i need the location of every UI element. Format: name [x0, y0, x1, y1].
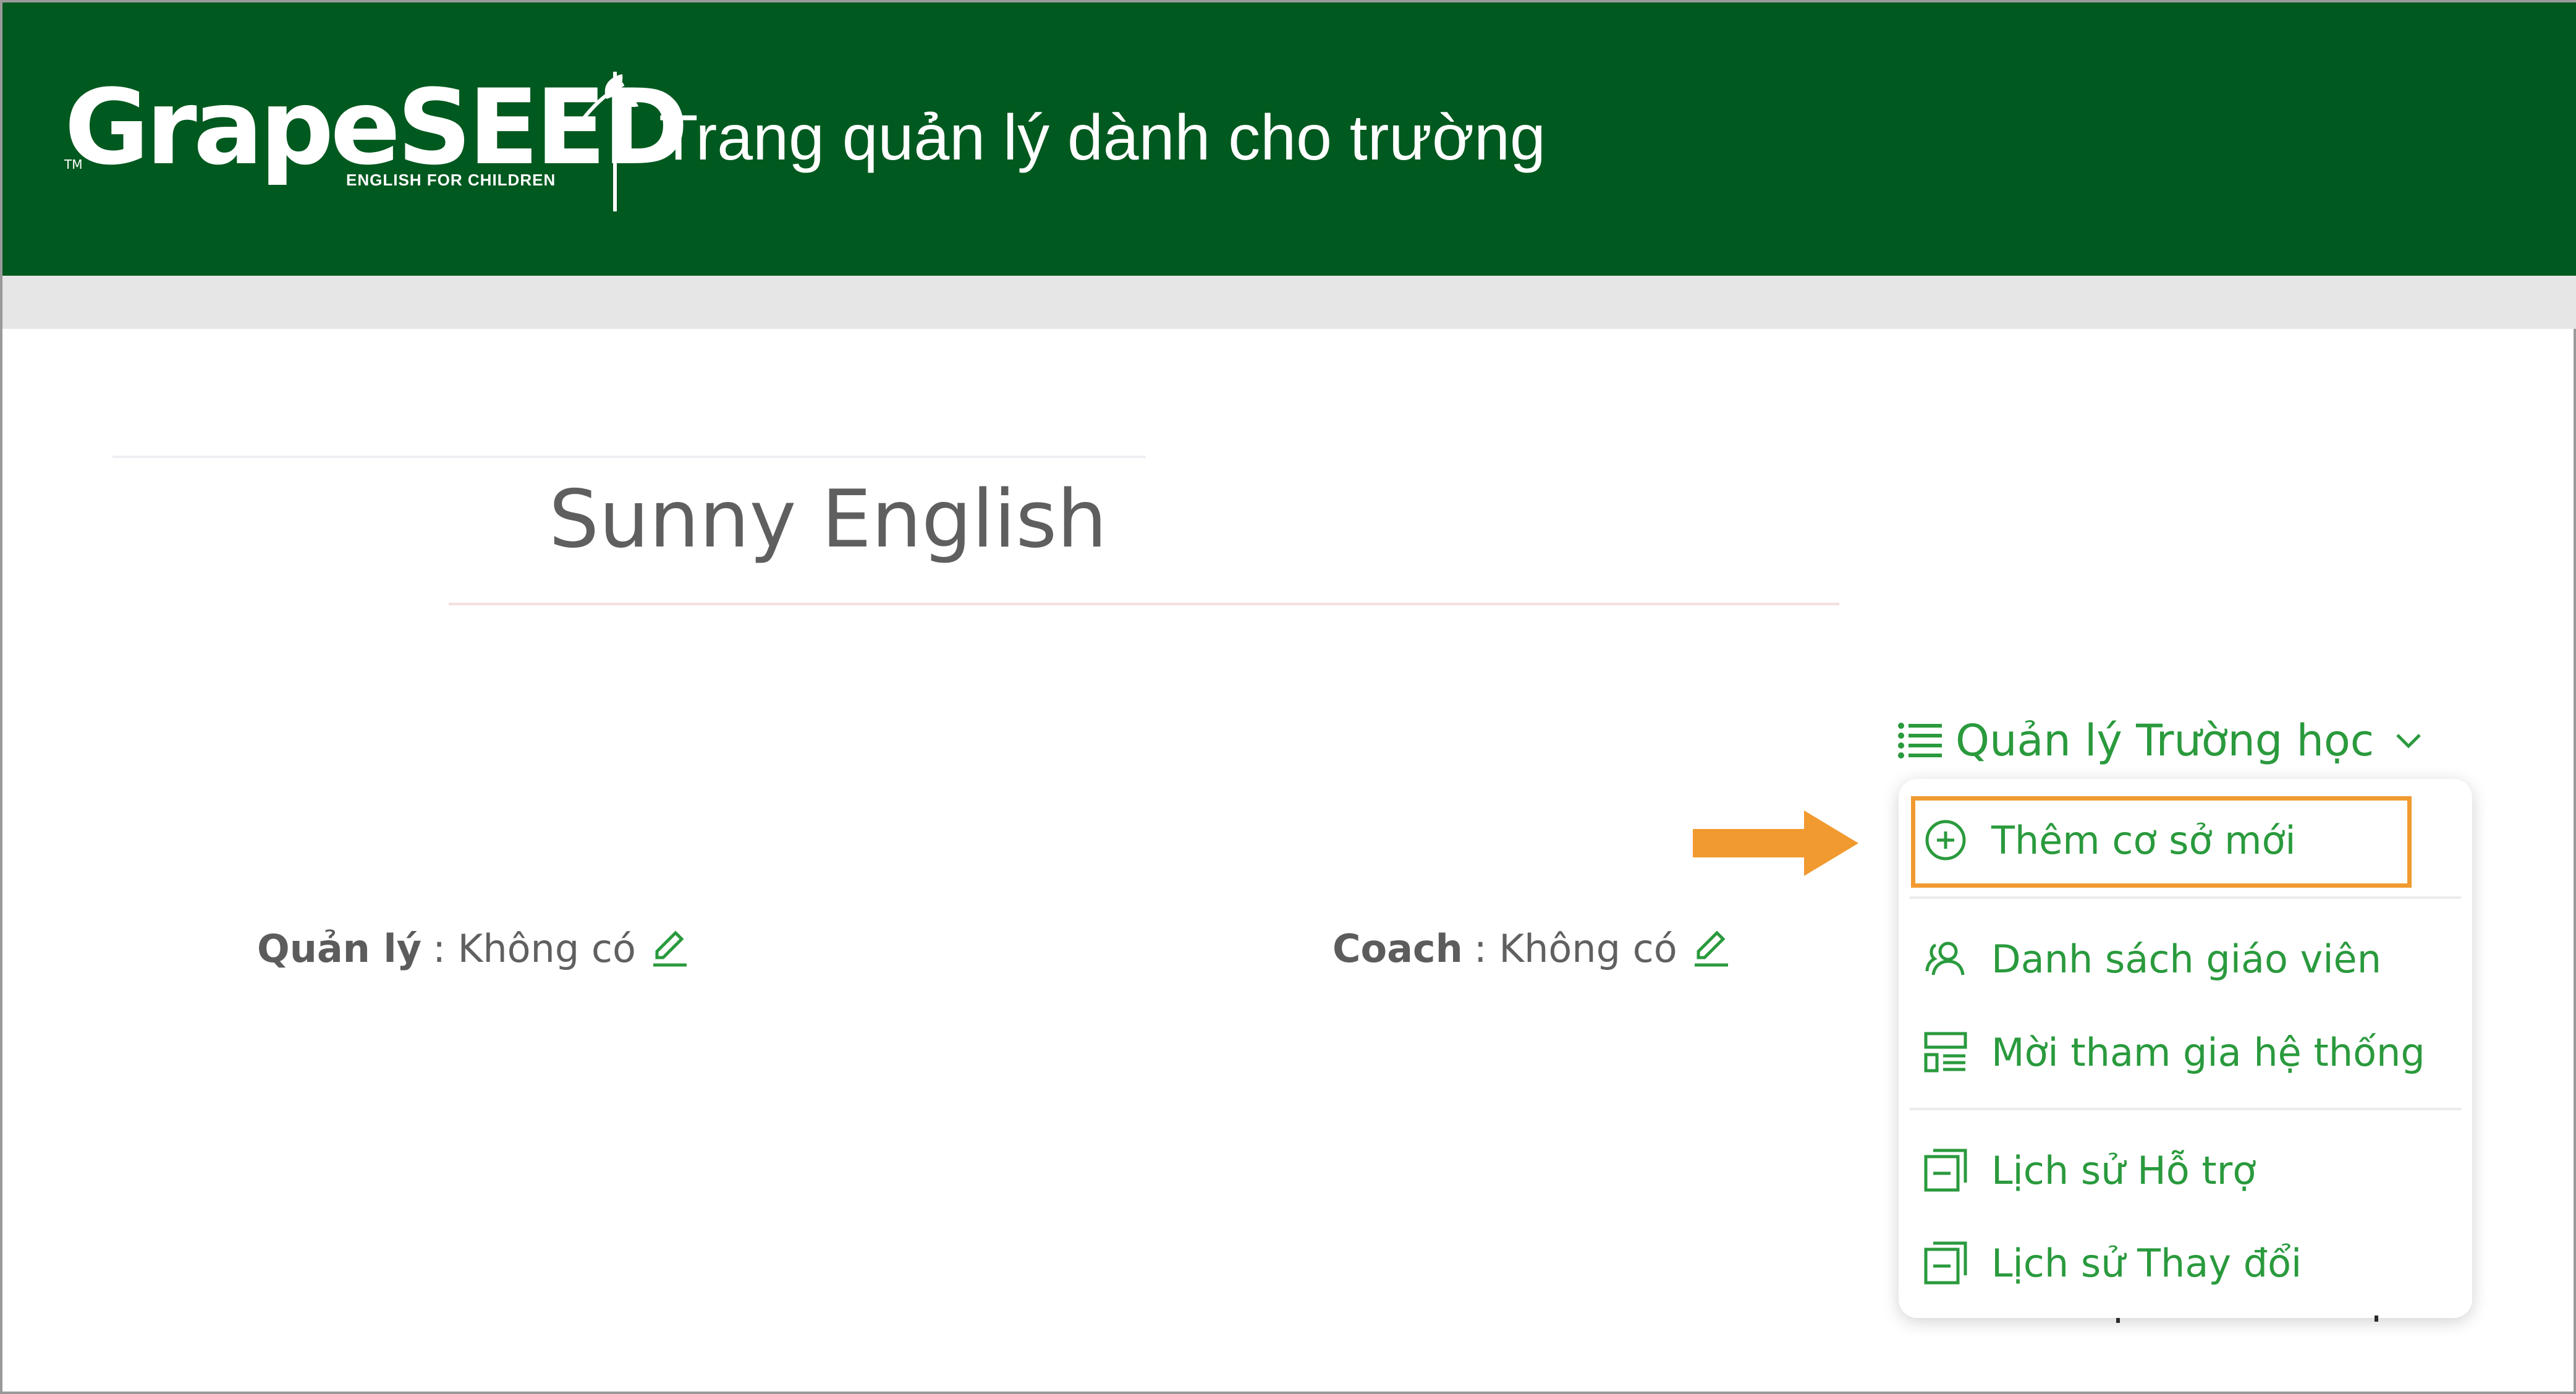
grapeseed-logo[interactable]: GrapeSEED TM ENGLISH FOR CHILDREN: [64, 64, 688, 200]
chevron-down-icon: [2396, 734, 2421, 749]
underlying-content-fragment: [2116, 1318, 2120, 1323]
history-icon: [1924, 1149, 1967, 1192]
history-icon: [1924, 1241, 1967, 1285]
school-management-menu-button[interactable]: Quản lý Trường học: [1897, 710, 2422, 771]
menu-item-label: Lịch sử Hỗ trợ: [1991, 1147, 2256, 1193]
leaf-icon: [578, 74, 638, 124]
menu-item-label: Danh sách giáo viên: [1991, 936, 2381, 982]
menu-item-change-history[interactable]: Lịch sử Thay đổi: [1923, 1229, 2302, 1297]
title-divider-bottom: [449, 603, 1839, 605]
menu-item-label: Lịch sử Thay đổi: [1991, 1240, 2302, 1286]
header-divider: [613, 72, 617, 211]
list-icon: [1898, 723, 1942, 759]
users-icon: [1925, 941, 1965, 975]
manager-info: Quản lý : Không có: [257, 917, 689, 979]
school-name: Sunny English: [549, 474, 1108, 566]
logo-tagline: ENGLISH FOR CHILDREN: [346, 171, 556, 189]
coach-value: : Không có: [1473, 925, 1677, 971]
pencil-icon[interactable]: [1692, 929, 1731, 967]
pencil-icon[interactable]: [651, 929, 689, 967]
menu-item-invite[interactable]: Mời tham gia hệ thống: [1923, 1018, 2425, 1086]
header-title: Trang quản lý dành cho trường: [659, 102, 1546, 174]
menu-item-support-history[interactable]: Lịch sử Hỗ trợ: [1923, 1136, 2256, 1204]
top-header-bar: GrapeSEED TM ENGLISH FOR CHILDREN Trang …: [2, 2, 2576, 276]
menu-item-label: Mời tham gia hệ thống: [1991, 1029, 2425, 1075]
menu-item-teacher-list[interactable]: Danh sách giáo viên: [1923, 925, 2381, 993]
logo-trademark: TM: [64, 157, 83, 172]
manager-value: : Không có: [433, 925, 636, 971]
menu-divider: [1910, 896, 2461, 899]
app-window: GrapeSEED TM ENGLISH FOR CHILDREN Trang …: [0, 0, 2576, 1394]
coach-info: Coach : Không có: [1332, 917, 1731, 979]
underlying-content-fragment: [2375, 1315, 2378, 1322]
menu-divider: [1910, 1108, 2461, 1110]
sub-header-strip: [2, 276, 2576, 329]
menu-trigger-label: Quản lý Trường học: [1955, 715, 2375, 766]
title-divider-top: [112, 456, 1146, 458]
invite-list-icon: [1924, 1032, 1967, 1073]
annotation-highlight-box: [1911, 796, 2412, 888]
manager-label: Quản lý: [257, 925, 422, 971]
coach-label: Coach: [1332, 925, 1463, 971]
annotation-arrow-icon: [1693, 810, 1858, 876]
